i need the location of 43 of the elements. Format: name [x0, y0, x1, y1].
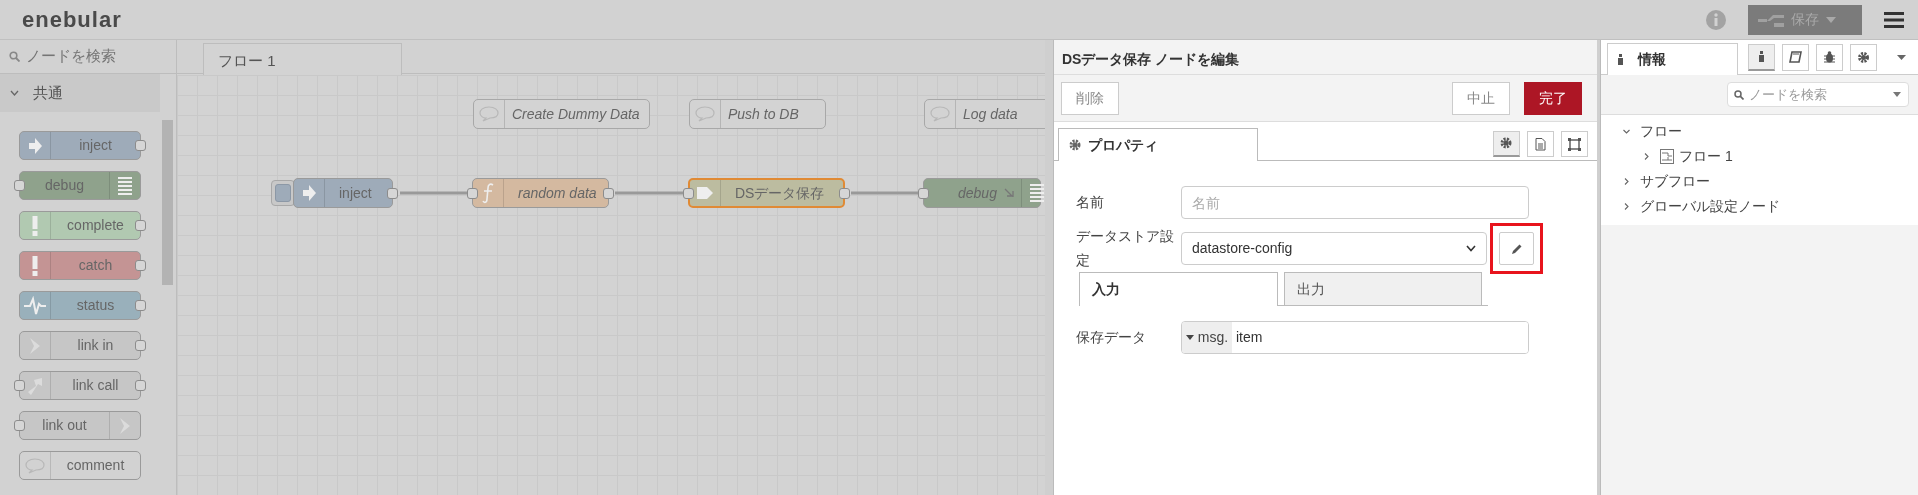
delete-button[interactable]: 削除	[1061, 82, 1119, 115]
tab[interactable]: プロパティ	[1058, 128, 1258, 161]
field-label: データストア設定	[1076, 226, 1175, 270]
search-field[interactable]: ノードを検索	[23, 44, 154, 69]
annotation-node[interactable]: Push to DB	[689, 99, 826, 129]
tree-item[interactable]: フロー 1	[1679, 146, 1733, 167]
logo: enebular	[22, 6, 122, 34]
palette-node[interactable]: complete	[19, 211, 141, 240]
typed-input-field[interactable]: msg. item	[1181, 321, 1529, 354]
flow-tab[interactable]: フロー 1	[203, 43, 402, 75]
flow-node[interactable]: DSデータ保存	[688, 178, 845, 208]
tree-item[interactable]: グローバル設定ノード	[1640, 196, 1780, 217]
tab[interactable]: 入力	[1079, 272, 1278, 306]
flow-node[interactable]: random data	[472, 178, 609, 208]
node-label: DSデータ保存	[734, 183, 825, 203]
palette-node[interactable]: debug	[19, 171, 141, 200]
done-button[interactable]: 完了	[1524, 82, 1582, 115]
search-field[interactable]: ノードを検索	[1727, 82, 1909, 107]
tree-item[interactable]: フロー	[1640, 121, 1682, 142]
palette-node[interactable]: link in	[19, 331, 141, 360]
annotation-node[interactable]: Log data	[924, 99, 1045, 129]
palette-node[interactable]: catch	[19, 251, 141, 280]
palette-node[interactable]: link call	[19, 371, 141, 400]
tray-title: DSデータ保存 ノードを編集	[1054, 40, 1597, 75]
cancel-button[interactable]: 中止	[1452, 82, 1510, 115]
config-select[interactable]: datastore-config	[1181, 232, 1487, 265]
palette-node[interactable]: comment	[19, 451, 141, 480]
category-label[interactable]: 共通	[33, 81, 63, 105]
field-label: 名前	[1076, 192, 1105, 212]
palette-node[interactable]: link out	[19, 411, 141, 440]
tab[interactable]: 出力	[1283, 272, 1482, 305]
field-label: 保存データ	[1076, 327, 1147, 347]
tab[interactable]: 情報	[1607, 43, 1738, 75]
node-label: debug	[958, 183, 997, 203]
palette-node[interactable]: status	[19, 291, 141, 320]
node-label: random data	[517, 183, 597, 203]
flow-node[interactable]: debug	[923, 178, 1041, 208]
name-field[interactable]: 名前	[1181, 186, 1529, 219]
palette-node[interactable]: inject	[19, 131, 141, 160]
flow-node[interactable]: inject	[293, 178, 393, 208]
tree-item[interactable]: サブフロー	[1640, 171, 1710, 192]
node-label: inject	[338, 183, 372, 203]
annotation-node[interactable]: Create Dummy Data	[473, 99, 650, 129]
